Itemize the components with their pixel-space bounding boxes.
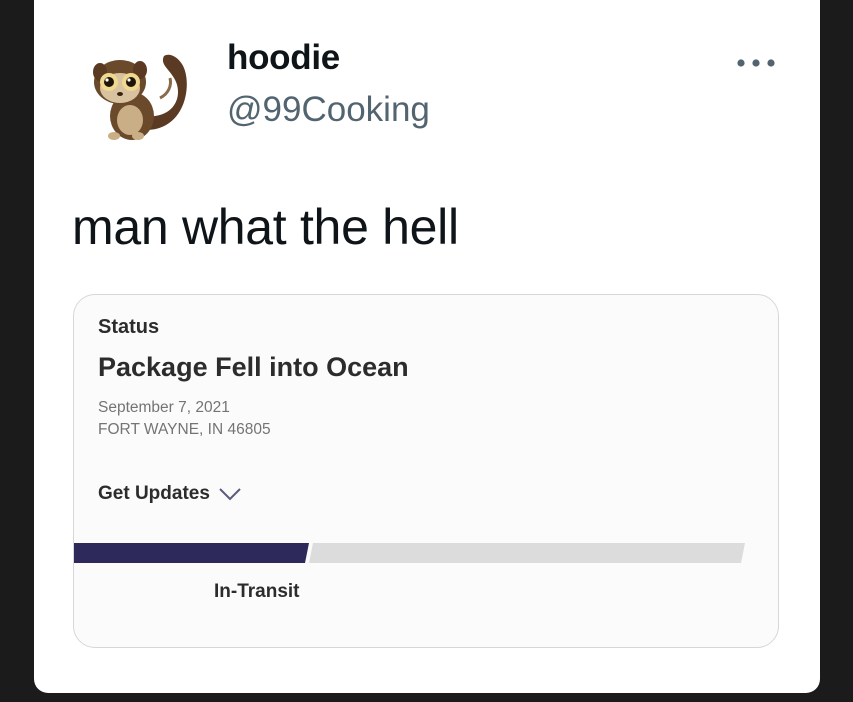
progress-track xyxy=(309,543,745,563)
more-options-button[interactable] xyxy=(734,54,778,72)
chevron-down-icon xyxy=(219,488,241,501)
tweet-card: hoodie @99Cooking man what the hell Stat… xyxy=(34,0,820,693)
status-title: Package Fell into Ocean xyxy=(98,352,409,382)
progress-fill xyxy=(74,543,309,563)
display-name[interactable]: hoodie xyxy=(227,38,340,78)
progress-label: In-Transit xyxy=(214,581,300,602)
progress-bar xyxy=(74,543,745,563)
more-horizontal-icon xyxy=(737,59,775,67)
lemur-avatar-icon xyxy=(93,54,187,140)
status-date: September 7, 2021 xyxy=(98,399,230,416)
status-label: Status xyxy=(98,316,160,338)
get-updates-label: Get Updates xyxy=(98,483,210,504)
get-updates-button[interactable]: Get Updates xyxy=(98,483,242,505)
avatar[interactable] xyxy=(80,38,190,148)
tracking-screenshot-embed[interactable]: Status Package Fell into Ocean September… xyxy=(73,294,779,648)
tweet-text: man what the hell xyxy=(72,199,459,255)
user-handle[interactable]: @99Cooking xyxy=(227,90,430,130)
status-location: FORT WAYNE, IN 46805 xyxy=(98,421,271,438)
